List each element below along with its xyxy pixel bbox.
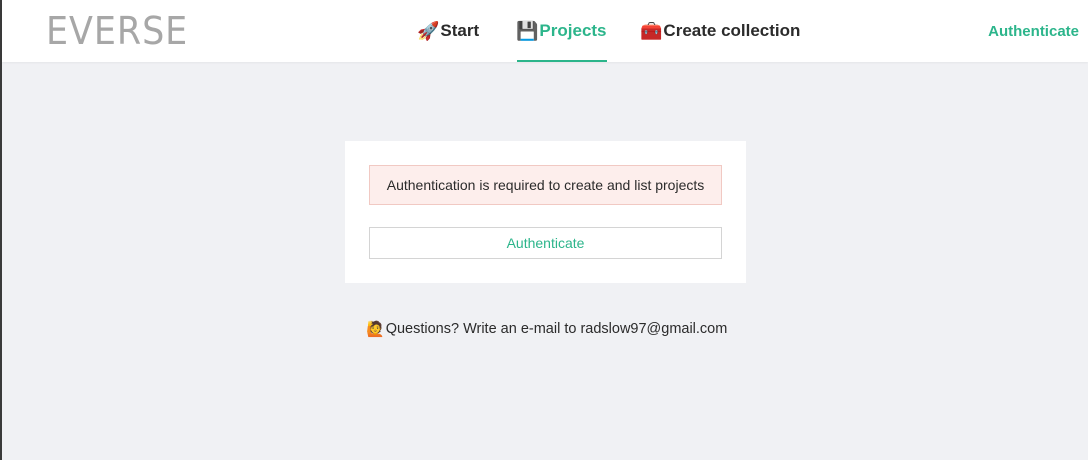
nav-projects[interactable]: 💾 Projects [516, 0, 607, 62]
person-raising-hand-icon: 🙋 [366, 321, 385, 338]
brand-logo[interactable]: EVERSE [46, 11, 188, 51]
nav-create-collection[interactable]: 🧰 Create collection [640, 0, 800, 62]
contact-footer: 🙋 Questions? Write an e-mail to radslow9… [366, 319, 727, 339]
authenticate-button[interactable]: Authenticate [369, 227, 722, 259]
floppy-disk-icon: 💾 [516, 20, 539, 41]
nav-projects-label: Projects [539, 21, 607, 40]
top-navbar: EVERSE 🚀 Start 💾 Projects 🧰 Create colle… [2, 0, 1088, 62]
nav-start-label: Start [440, 21, 480, 40]
nav-create-collection-label: Create collection [663, 21, 801, 40]
contact-text: Questions? Write an e-mail to radslow97@… [385, 321, 728, 337]
toolbox-icon: 🧰 [640, 20, 663, 41]
auth-required-card: Authentication is required to create and… [345, 141, 746, 283]
nav-start[interactable]: 🚀 Start [417, 0, 479, 62]
auth-required-alert: Authentication is required to create and… [369, 165, 722, 205]
header-authenticate-link[interactable]: Authenticate [988, 0, 1079, 62]
rocket-icon: 🚀 [417, 20, 440, 41]
window-edge [0, 0, 2, 460]
